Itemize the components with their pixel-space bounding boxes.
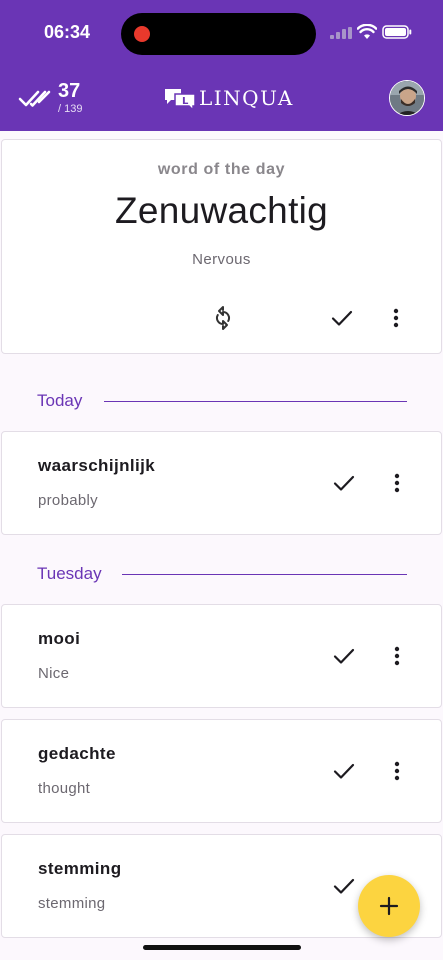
linqua-logo-icon: L: [165, 89, 196, 111]
total-count: / 139: [58, 103, 83, 115]
wifi-icon: [357, 24, 377, 39]
check-icon[interactable]: [330, 306, 354, 330]
check-icon[interactable]: [332, 644, 356, 668]
word-translation: thought: [38, 780, 91, 797]
double-check-icon[interactable]: [18, 88, 52, 108]
word-translation: stemming: [38, 895, 106, 912]
section-title-tuesday: Tuesday: [37, 564, 102, 583]
recording-indicator-icon: [134, 26, 150, 42]
section-divider: [122, 574, 407, 575]
more-vert-icon[interactable]: [385, 644, 409, 668]
logo-letter: L: [182, 96, 189, 107]
more-vert-icon[interactable]: [385, 471, 409, 495]
check-icon[interactable]: [332, 471, 356, 495]
word-translation: probably: [38, 492, 98, 509]
avatar-image-icon: [390, 81, 424, 115]
section-divider: [104, 401, 407, 402]
word-title: gedachte: [38, 744, 116, 763]
word-of-the-day-word: Zenuwachtig: [114, 190, 329, 231]
cellular-signal-icon: [330, 27, 352, 39]
battery-icon: [382, 25, 412, 39]
word-of-the-day-card: word of the day Zenuwachtig Nervous: [1, 139, 442, 354]
add-word-button[interactable]: [358, 875, 420, 937]
check-icon[interactable]: [332, 759, 356, 783]
check-icon[interactable]: [332, 874, 356, 898]
word-card[interactable]: mooi Nice: [1, 604, 442, 708]
app-header: 06:34 37 / 139 L LINQUA: [0, 0, 443, 131]
word-title: stemming: [38, 859, 122, 878]
word-translation: Nice: [38, 665, 70, 682]
word-of-the-day-label: word of the day: [157, 161, 286, 178]
word-card[interactable]: gedachte thought: [1, 719, 442, 823]
more-vert-icon[interactable]: [384, 306, 408, 330]
dynamic-island: [121, 13, 316, 55]
word-title: waarschijnlijk: [38, 456, 156, 475]
section-title-today: Today: [37, 391, 83, 410]
more-vert-icon[interactable]: [385, 759, 409, 783]
word-title: mooi: [38, 629, 81, 648]
home-indicator[interactable]: [143, 945, 301, 950]
refresh-icon[interactable]: [211, 306, 235, 330]
plus-icon: [379, 896, 399, 916]
word-card[interactable]: waarschijnlijk probably: [1, 431, 442, 535]
word-of-the-day-translation: Nervous: [192, 251, 251, 268]
app-name: LINQUA: [199, 86, 294, 110]
avatar[interactable]: [389, 80, 425, 116]
learned-count: 37: [58, 80, 81, 102]
status-time: 06:34: [44, 22, 91, 42]
